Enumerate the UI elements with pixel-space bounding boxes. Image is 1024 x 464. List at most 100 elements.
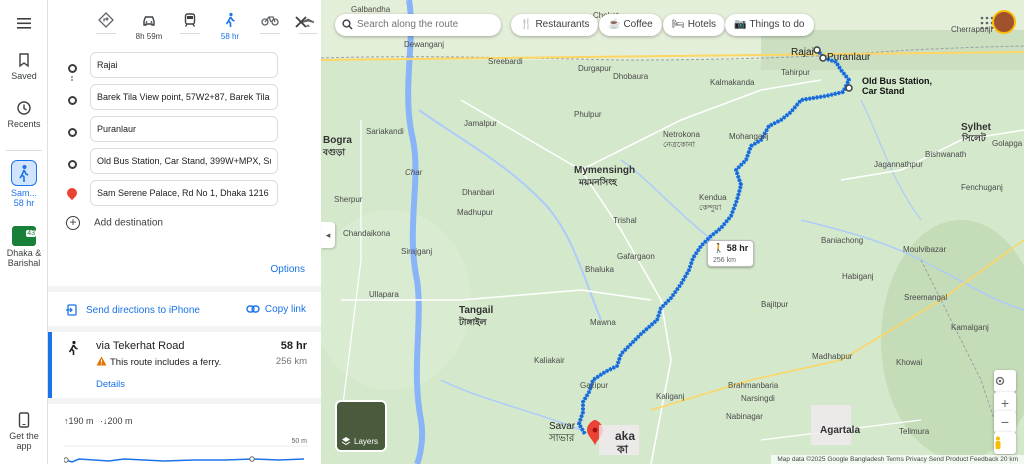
- menu-button[interactable]: [0, 16, 48, 33]
- layers-button[interactable]: Layers: [335, 400, 387, 452]
- mode-cycling[interactable]: [252, 12, 288, 34]
- chip-label: Coffee: [623, 19, 653, 30]
- camera-icon: 📷: [734, 19, 747, 30]
- mode-driving[interactable]: 8h 59m: [128, 12, 170, 42]
- plus-icon: +: [1000, 395, 1010, 411]
- search-placeholder: Search along the route: [357, 19, 459, 30]
- link-icon: [246, 305, 260, 314]
- recents-button[interactable]: Recents: [0, 100, 48, 129]
- close-directions-button[interactable]: [295, 12, 307, 33]
- place-label: Kaliganj: [656, 392, 685, 401]
- place-label: Old Bus Station,: [862, 76, 933, 86]
- left-rail: Saved Recents Sam... 58 hr 43 Dhaka & Ba…: [0, 0, 48, 464]
- place-label: Sreebardi: [488, 57, 523, 66]
- saved-button[interactable]: Saved: [0, 52, 48, 81]
- search-along-route-input[interactable]: Search along the route: [335, 14, 501, 36]
- rail-divider: [6, 150, 42, 151]
- map-canvas[interactable]: Rajai Puranlaur Old Bus Station, Car Sta…: [321, 0, 1024, 464]
- train-icon: [184, 13, 196, 27]
- coffee-chip[interactable]: ☕ Coffee: [599, 14, 662, 36]
- mode-best[interactable]: [88, 12, 124, 34]
- send-to-phone-button[interactable]: Send directions to iPhone: [66, 304, 200, 316]
- place-label: Gafargaon: [617, 252, 655, 261]
- place-label: Trishal: [613, 216, 637, 225]
- bus-badge: 43: [26, 230, 36, 237]
- walk-icon: [225, 12, 235, 27]
- place-label: Bajitpur: [761, 300, 789, 309]
- route-via: via Tekerhat Road: [96, 340, 185, 352]
- phone-icon: [18, 412, 30, 428]
- waypoint-input-3[interactable]: [90, 116, 278, 142]
- place-label: Agartala: [820, 425, 861, 436]
- chip-label: Hotels: [687, 19, 717, 30]
- place-label: Galbandha: [351, 5, 391, 14]
- elevation-chart: [64, 445, 309, 463]
- waypoint-row: [60, 148, 320, 179]
- bus-trip-button[interactable]: 43 Dhaka & Barishal: [0, 226, 48, 268]
- ferry-warning-text: This route includes a ferry.: [110, 357, 222, 368]
- place-label: Mymensingh: [574, 165, 636, 176]
- restaurants-chip[interactable]: 🍴 Restaurants: [511, 14, 599, 36]
- bus-icon: 43: [12, 226, 36, 246]
- hotels-chip[interactable]: 🛏 Hotels: [663, 14, 726, 36]
- place-label: Ullapara: [369, 290, 399, 299]
- destination-pin-icon: [64, 185, 80, 201]
- route-distance: 256 km: [275, 356, 307, 367]
- elevation-down-icon: ·↓: [100, 416, 108, 426]
- waypoint-input-1[interactable]: [90, 52, 278, 78]
- route-time-badge[interactable]: 🚶 58 hr 256 km: [707, 240, 755, 267]
- waypoint-input-2[interactable]: [90, 84, 278, 110]
- place-label: কা: [617, 444, 628, 456]
- place-label: Bishwanath: [925, 150, 967, 159]
- waypoint-input-4[interactable]: [90, 148, 278, 174]
- waypoint-row: [60, 116, 320, 147]
- close-icon: [295, 16, 307, 28]
- street-view-pegman[interactable]: [994, 432, 1016, 454]
- get-app-label-2: app: [16, 441, 32, 451]
- bookmark-icon: [19, 53, 29, 68]
- options-button[interactable]: Options: [271, 264, 305, 275]
- place-label: Car Stand: [862, 86, 905, 96]
- place-label: Sariakandi: [366, 127, 404, 136]
- place-label: Madhabpur: [812, 352, 853, 361]
- collapse-panel-button[interactable]: ◂: [321, 222, 335, 248]
- copy-link-button[interactable]: Copy link: [246, 304, 306, 315]
- things-to-do-chip[interactable]: 📷 Things to do: [725, 14, 814, 36]
- section-divider: [48, 398, 321, 404]
- fork-knife-icon: 🍴: [520, 19, 533, 30]
- place-label: Bogra: [323, 135, 352, 146]
- menu-icon: [17, 18, 31, 29]
- active-trip-button[interactable]: Sam... 58 hr: [0, 160, 48, 208]
- route-details-button[interactable]: Details: [96, 379, 125, 390]
- place-label: Puranlaur: [827, 52, 871, 63]
- place-label: Mohanganj: [729, 132, 769, 141]
- place-label: Kaliakair: [534, 356, 565, 365]
- place-label: Golapga: [992, 139, 1023, 148]
- mode-transit[interactable]: [172, 12, 208, 34]
- place-label: Char: [405, 168, 423, 177]
- place-label: Habiganj: [842, 272, 874, 281]
- place-label: Tahirpur: [781, 68, 810, 77]
- send-to-phone-label: Send directions to iPhone: [86, 304, 200, 316]
- place-label: কেন্দুয়া: [699, 203, 722, 212]
- minus-icon: −: [1000, 414, 1010, 430]
- zoom-out-button[interactable]: −: [994, 411, 1016, 433]
- mode-walking[interactable]: 58 hr: [212, 12, 248, 42]
- place-label: aka: [615, 429, 636, 443]
- route-option-card[interactable]: via Tekerhat Road 58 hr This route inclu…: [48, 332, 321, 398]
- my-location-button[interactable]: [994, 370, 1016, 392]
- waypoint-input-5[interactable]: [90, 180, 278, 206]
- walking-icon: [11, 160, 37, 186]
- chevron-left-icon: ◂: [325, 230, 331, 240]
- avatar[interactable]: [992, 10, 1016, 34]
- get-app-button[interactable]: Get the app: [0, 412, 48, 451]
- add-destination-button[interactable]: + Add destination: [66, 216, 163, 230]
- coffee-icon: ☕: [608, 19, 621, 30]
- place-label: Rajai: [791, 47, 814, 58]
- place-label: Kendua: [699, 193, 727, 202]
- place-label: Dhobaura: [613, 72, 649, 81]
- place-label: Sherpur: [334, 195, 363, 204]
- bus-label-2: Barishal: [7, 258, 41, 268]
- place-label: Netrokona: [663, 130, 700, 139]
- add-destination-label: Add destination: [94, 217, 163, 229]
